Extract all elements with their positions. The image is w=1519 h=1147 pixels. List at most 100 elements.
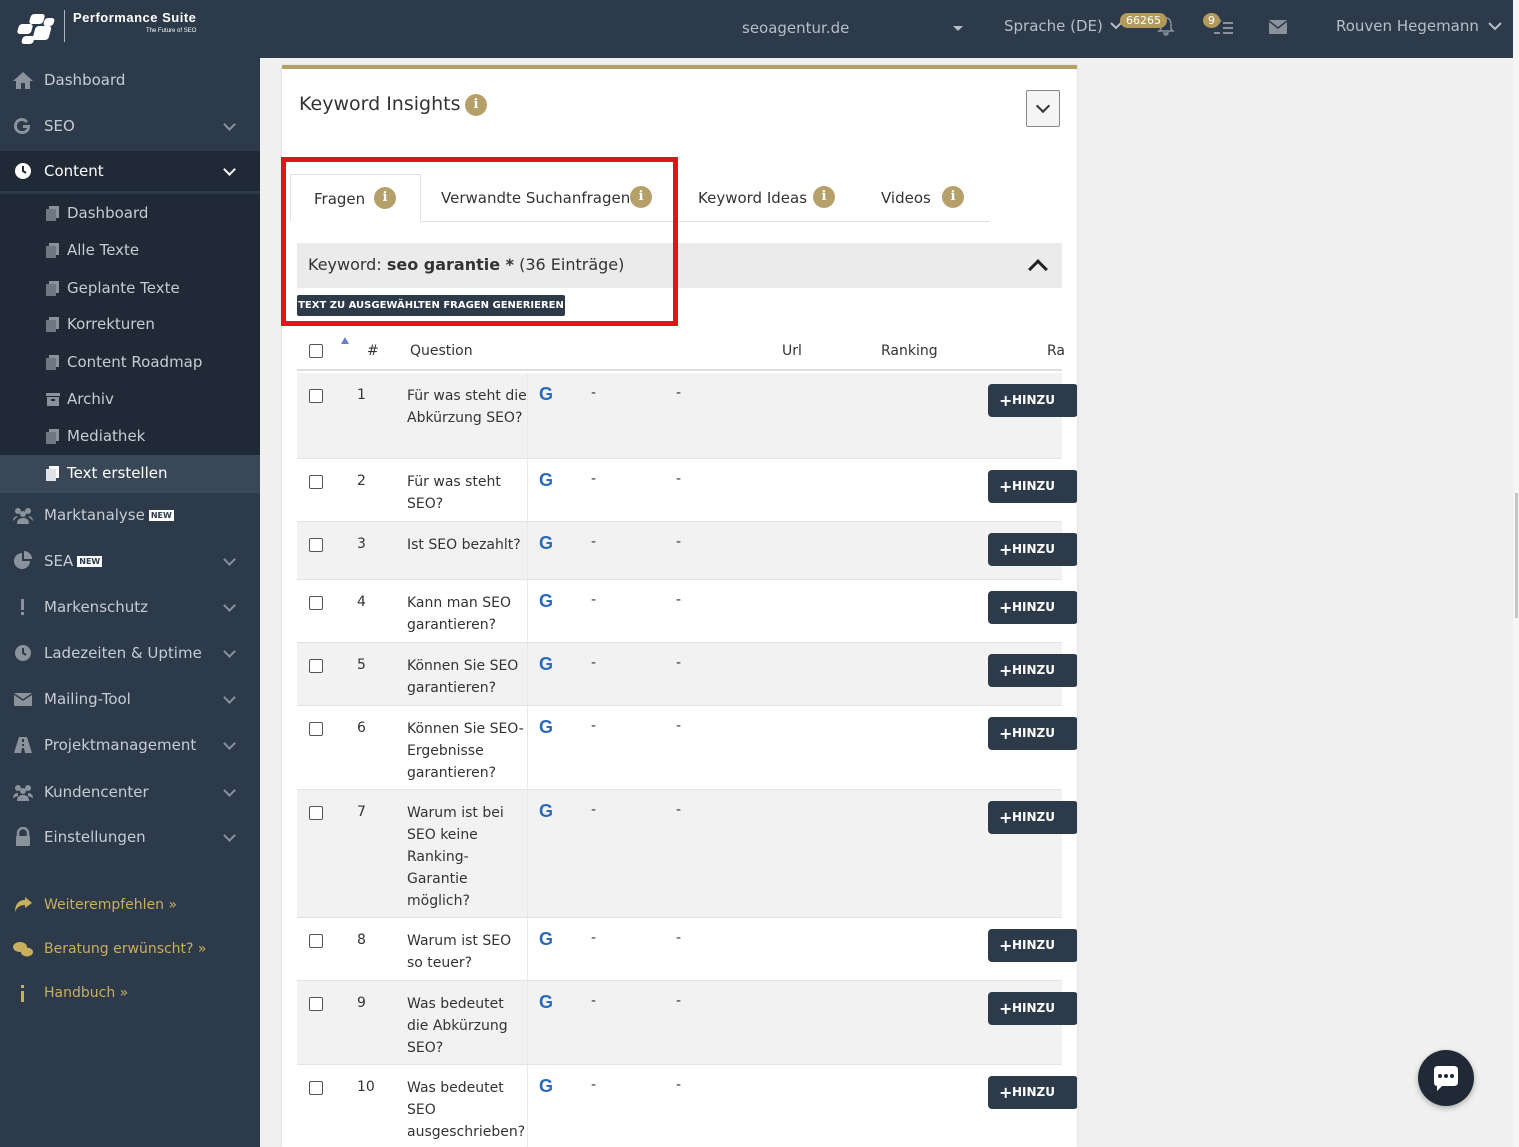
- sidebar-item-dashboard[interactable]: Dashboard: [0, 60, 260, 100]
- sidebar-item-sea[interactable]: SEA NEW: [0, 541, 260, 581]
- row-question: Für was steht SEO?: [407, 474, 501, 512]
- sort-asc-icon[interactable]: [341, 337, 349, 344]
- footer-link-label: Handbuch »: [44, 985, 129, 1001]
- sidebar-item-seo[interactable]: SEO: [0, 106, 260, 146]
- row-number: 9: [357, 995, 366, 1011]
- row-checkbox[interactable]: [309, 806, 323, 820]
- column-header-question[interactable]: Question: [410, 343, 473, 359]
- sidebar-subitem-dashboard[interactable]: Dashboard: [0, 195, 260, 231]
- google-icon[interactable]: G: [539, 654, 553, 675]
- sidebar-item-marktanalyse[interactable]: Marktanalyse NEW: [0, 495, 260, 535]
- domain-select[interactable]: seoagentur.de: [742, 19, 849, 37]
- row-checkbox[interactable]: [309, 596, 323, 610]
- row-question: Warum ist bei SEO keine Ranking-Garantie…: [407, 805, 504, 909]
- google-icon[interactable]: G: [539, 470, 553, 491]
- google-icon[interactable]: G: [539, 384, 553, 405]
- column-header-num[interactable]: #: [367, 343, 379, 359]
- sidebar-item-markenschutz[interactable]: Markenschutz: [0, 587, 260, 627]
- row-ranking: -: [676, 592, 682, 608]
- collapse-button[interactable]: [1026, 90, 1060, 127]
- handbuch-link[interactable]: Handbuch »: [0, 980, 260, 1010]
- sidebar-item-content[interactable]: Content: [0, 151, 260, 191]
- row-checkbox[interactable]: [309, 475, 323, 489]
- sidebar-subitem-geplante-texte[interactable]: Geplante Texte: [0, 270, 260, 306]
- column-header-ra[interactable]: Ra: [1047, 343, 1065, 359]
- google-icon[interactable]: G: [539, 533, 553, 554]
- chevron-down-icon: [223, 829, 236, 842]
- logo-icon[interactable]: [16, 12, 58, 46]
- beratung-link[interactable]: Beratung erwünscht? »: [0, 936, 260, 966]
- add-button[interactable]: HINZU: [988, 591, 1077, 624]
- row-checkbox[interactable]: [309, 997, 323, 1011]
- row-checkbox[interactable]: [309, 659, 323, 673]
- sidebar-subitem-text-erstellen[interactable]: Text erstellen: [0, 455, 260, 493]
- sidebar-item-label-text: SEA: [44, 552, 74, 570]
- google-icon[interactable]: G: [539, 801, 553, 822]
- row-checkbox[interactable]: [309, 722, 323, 736]
- chevron-down-icon: [223, 691, 236, 704]
- mail-icon[interactable]: [1268, 19, 1288, 35]
- info-icon[interactable]: i: [465, 94, 487, 116]
- sidebar-item-einstellungen[interactable]: Einstellungen: [0, 817, 260, 857]
- tab-label: Keyword Ideas: [698, 189, 808, 207]
- google-icon[interactable]: G: [539, 929, 553, 950]
- sidebar-subitem-korrekturen[interactable]: Korrekturen: [0, 306, 260, 342]
- table-row: 4 Kann man SEO garantieren? G - - HINZU: [297, 580, 1077, 643]
- tab-videos[interactable]: Videos i: [851, 174, 990, 222]
- select-all-checkbox[interactable]: [309, 344, 323, 358]
- row-checkbox[interactable]: [309, 934, 323, 948]
- tab-keyword-ideas[interactable]: Keyword Ideas i: [678, 174, 851, 222]
- sidebar-subitem-mediathek[interactable]: Mediathek: [0, 418, 260, 454]
- language-label: Sprache (DE): [1004, 17, 1103, 35]
- google-icon[interactable]: G: [539, 717, 553, 738]
- clock-icon: [15, 163, 31, 179]
- sidebar-item-kundencenter[interactable]: Kundencenter: [0, 772, 260, 812]
- add-button[interactable]: HINZU: [988, 384, 1077, 417]
- add-button[interactable]: HINZU: [988, 1076, 1077, 1109]
- sidebar-item-label: Ladezeiten & Uptime: [44, 644, 202, 662]
- chevron-down-icon: [223, 118, 236, 131]
- sidebar-subitem-archiv[interactable]: Archiv: [0, 381, 260, 417]
- column-header-url[interactable]: Url: [782, 343, 802, 359]
- info-icon[interactable]: i: [942, 186, 964, 208]
- row-checkbox[interactable]: [309, 1081, 323, 1095]
- google-icon[interactable]: G: [539, 591, 553, 612]
- google-icon[interactable]: G: [539, 992, 553, 1013]
- add-button[interactable]: HINZU: [988, 801, 1077, 834]
- sidebar-subitem-content-roadmap[interactable]: Content Roadmap: [0, 344, 260, 380]
- chevron-down-icon: [223, 645, 236, 658]
- row-url: -: [591, 1077, 597, 1093]
- copy-icon: [46, 317, 59, 332]
- brand: Performance Suite The Future of SEO: [64, 10, 196, 42]
- sidebar-subitem-label: Content Roadmap: [67, 353, 203, 371]
- brand-name: Performance Suite: [73, 10, 197, 25]
- sidebar-subitem-label: Korrekturen: [67, 315, 155, 333]
- row-checkbox[interactable]: [309, 538, 323, 552]
- sidebar-subitem-alle-texte[interactable]: Alle Texte: [0, 232, 260, 268]
- weiterempfehlen-link[interactable]: Weiterempfehlen »: [0, 892, 260, 922]
- sidebar-item-projektmanagement[interactable]: Projektmanagement: [0, 725, 260, 765]
- language-select[interactable]: Sprache (DE): [1004, 17, 1122, 35]
- add-button[interactable]: HINZU: [988, 992, 1077, 1025]
- google-icon[interactable]: G: [539, 1076, 553, 1097]
- row-question: Für was steht die Abkürzung SEO?: [407, 388, 527, 426]
- info-icon[interactable]: i: [813, 186, 835, 208]
- users-icon: [13, 785, 33, 801]
- caret-down-icon[interactable]: [953, 26, 963, 31]
- sidebar-item-mailing-tool[interactable]: Mailing-Tool: [0, 679, 260, 719]
- add-button[interactable]: HINZU: [988, 470, 1077, 503]
- add-button[interactable]: HINZU: [988, 929, 1077, 962]
- add-button[interactable]: HINZU: [988, 654, 1077, 687]
- add-button[interactable]: HINZU: [988, 533, 1077, 566]
- user-menu[interactable]: Rouven Hegemann: [1336, 17, 1502, 35]
- info-icon: [21, 985, 24, 1002]
- column-header-ranking[interactable]: Ranking: [881, 343, 938, 359]
- mail-icon: [13, 693, 33, 706]
- scrollbar-thumb[interactable]: [1515, 493, 1518, 618]
- add-button[interactable]: HINZU: [988, 717, 1077, 750]
- chat-button[interactable]: [1418, 1050, 1474, 1106]
- row-checkbox[interactable]: [309, 389, 323, 403]
- chevron-up-icon[interactable]: [1028, 259, 1048, 279]
- sidebar-item-ladezeiten[interactable]: Ladezeiten & Uptime: [0, 633, 260, 673]
- row-number: 7: [357, 804, 366, 820]
